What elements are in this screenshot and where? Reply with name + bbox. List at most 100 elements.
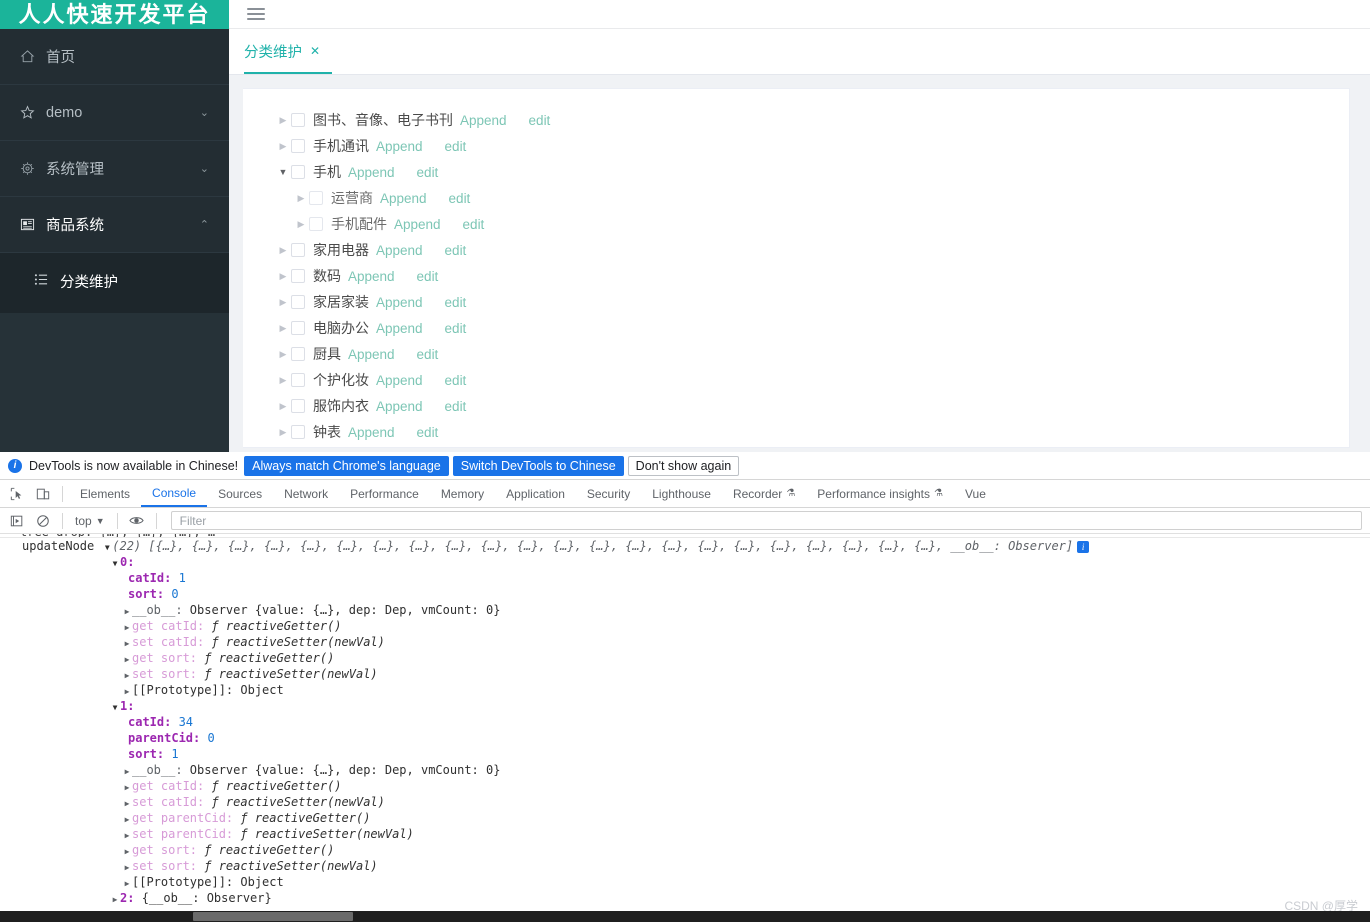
tab-category-maintenance[interactable]: 分类维护 ✕ — [244, 30, 333, 74]
tab-elements[interactable]: Elements — [69, 480, 141, 507]
append-button[interactable]: Append — [348, 425, 395, 440]
tab-memory[interactable]: Memory — [430, 480, 495, 507]
tab-security[interactable]: Security — [576, 480, 641, 507]
edit-button[interactable]: edit — [445, 139, 467, 154]
scrollbar-thumb[interactable] — [193, 912, 353, 921]
horizontal-scrollbar[interactable] — [0, 911, 1370, 922]
append-button[interactable]: Append — [376, 295, 423, 310]
caret-right-icon[interactable]: ▶ — [275, 297, 291, 308]
sidebar-item-category-maintenance[interactable]: 分类维护 — [0, 259, 229, 303]
tree-node[interactable]: ▶ 服饰内衣 Append edit — [243, 393, 1349, 419]
tree-node[interactable]: ▶ 家用电器 Append edit — [243, 237, 1349, 263]
node-checkbox[interactable] — [291, 373, 305, 387]
live-expression-icon[interactable] — [124, 509, 150, 533]
tree-node[interactable]: ▶ 数码 Append edit — [243, 263, 1349, 289]
tab-vue[interactable]: Vue — [954, 480, 997, 507]
edit-button[interactable]: edit — [445, 243, 467, 258]
append-button[interactable]: Append — [376, 321, 423, 336]
sidebar-item-product-system[interactable]: 商品系统 ⌃ — [0, 197, 229, 253]
tree-node[interactable]: ▶ 运营商 Append edit — [243, 185, 1349, 211]
tree-node[interactable]: ▶ 手机通讯 Append edit — [243, 133, 1349, 159]
edit-button[interactable]: edit — [449, 191, 471, 206]
append-button[interactable]: Append — [376, 139, 423, 154]
console-output[interactable]: tree-drop: {…}, {…}, {…}, … updateNode ▼ (… — [0, 534, 1370, 922]
append-button[interactable]: Append — [460, 113, 507, 128]
sidebar-item-system-manage[interactable]: 系统管理 ⌄ — [0, 141, 229, 197]
caret-right-icon[interactable]: ▶ — [275, 375, 291, 386]
expand-toggle-icon[interactable]: ▼ — [110, 556, 120, 572]
edit-button[interactable]: edit — [417, 165, 439, 180]
tree-node[interactable]: ▶ 钟表 Append edit — [243, 419, 1349, 445]
node-checkbox[interactable] — [291, 425, 305, 439]
caret-right-icon[interactable]: ▶ — [275, 401, 291, 412]
caret-right-icon[interactable]: ▶ — [275, 245, 291, 256]
node-checkbox[interactable] — [309, 191, 323, 205]
tab-console[interactable]: Console — [141, 480, 208, 507]
append-button[interactable]: Append — [380, 191, 427, 206]
dismiss-notice-button[interactable]: Don't show again — [627, 455, 740, 476]
node-checkbox[interactable] — [291, 243, 305, 257]
append-button[interactable]: Append — [376, 399, 423, 414]
tab-network[interactable]: Network — [273, 480, 339, 507]
tree-node[interactable]: ▶ 厨具 Append edit — [243, 341, 1349, 367]
append-button[interactable]: Append — [348, 165, 395, 180]
node-checkbox[interactable] — [291, 321, 305, 335]
node-checkbox[interactable] — [309, 217, 323, 231]
sidebar-item-demo[interactable]: demo ⌄ — [0, 85, 229, 141]
tab-application[interactable]: Application — [495, 480, 576, 507]
inspect-element-icon[interactable] — [4, 482, 30, 506]
sidebar-item-home[interactable]: 首页 — [0, 29, 229, 85]
tree-node[interactable]: ▼ 手机 Append edit — [243, 159, 1349, 185]
device-toolbar-icon[interactable] — [30, 482, 56, 506]
edit-button[interactable]: edit — [529, 113, 551, 128]
tab-recorder[interactable]: Recorder ⚗ — [722, 480, 806, 507]
tree-node[interactable]: ▶ 图书、音像、电子书刊 Append edit — [243, 107, 1349, 133]
edit-button[interactable]: edit — [445, 373, 467, 388]
edit-button[interactable]: edit — [445, 295, 467, 310]
tab-performance[interactable]: Performance — [339, 480, 430, 507]
tree-node[interactable]: ▶ 手机配件 Append edit — [243, 211, 1349, 237]
caret-right-icon[interactable]: ▶ — [275, 323, 291, 334]
tab-sources[interactable]: Sources — [207, 480, 273, 507]
edit-button[interactable]: edit — [445, 321, 467, 336]
edit-button[interactable]: edit — [417, 269, 439, 284]
tab-performance-insights[interactable]: Performance insights ⚗ — [806, 480, 954, 507]
tab-lighthouse[interactable]: Lighthouse — [641, 480, 722, 507]
node-checkbox[interactable] — [291, 113, 305, 127]
append-button[interactable]: Append — [348, 347, 395, 362]
node-checkbox[interactable] — [291, 139, 305, 153]
switch-devtools-language-button[interactable]: Switch DevTools to Chinese — [452, 455, 624, 476]
caret-right-icon[interactable]: ▶ — [275, 427, 291, 438]
tree-node[interactable]: ▶ 个护化妆 Append edit — [243, 367, 1349, 393]
node-checkbox[interactable] — [291, 347, 305, 361]
expand-toggle-icon[interactable]: ▼ — [110, 700, 120, 716]
append-button[interactable]: Append — [348, 269, 395, 284]
caret-right-icon[interactable]: ▶ — [275, 271, 291, 282]
caret-right-icon[interactable]: ▶ — [275, 115, 291, 126]
edit-button[interactable]: edit — [417, 347, 439, 362]
console-filter-input[interactable]: Filter — [170, 511, 1362, 530]
caret-down-icon[interactable]: ▼ — [275, 167, 291, 177]
console-context-selector[interactable]: top ▼ — [69, 514, 111, 528]
hamburger-menu-icon[interactable] — [247, 5, 265, 23]
node-checkbox[interactable] — [291, 295, 305, 309]
node-checkbox[interactable] — [291, 165, 305, 179]
append-button[interactable]: Append — [376, 243, 423, 258]
node-checkbox[interactable] — [291, 269, 305, 283]
append-button[interactable]: Append — [376, 373, 423, 388]
clear-console-icon[interactable] — [30, 509, 56, 533]
close-icon[interactable]: ✕ — [310, 44, 320, 58]
append-button[interactable]: Append — [394, 217, 441, 232]
caret-right-icon[interactable]: ▶ — [293, 219, 309, 230]
expand-toggle-icon[interactable]: ▶ — [110, 892, 120, 908]
caret-right-icon[interactable]: ▶ — [275, 141, 291, 152]
always-match-language-button[interactable]: Always match Chrome's language — [244, 455, 449, 476]
caret-right-icon[interactable]: ▶ — [275, 349, 291, 360]
edit-button[interactable]: edit — [463, 217, 485, 232]
edit-button[interactable]: edit — [445, 399, 467, 414]
node-checkbox[interactable] — [291, 399, 305, 413]
caret-right-icon[interactable]: ▶ — [293, 193, 309, 204]
tree-node[interactable]: ▶ 家居家装 Append edit — [243, 289, 1349, 315]
tree-node[interactable]: ▶ 电脑办公 Append edit — [243, 315, 1349, 341]
edit-button[interactable]: edit — [417, 425, 439, 440]
